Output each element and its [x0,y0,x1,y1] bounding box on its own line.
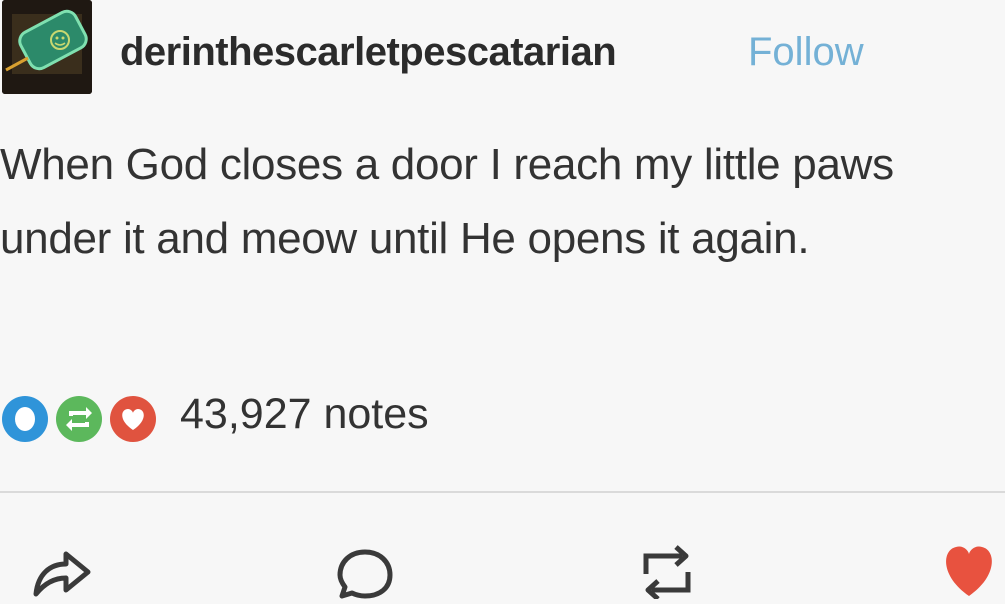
comment-icon [2,396,48,442]
reply-icon [337,549,393,599]
divider [0,491,1005,493]
avatar[interactable] [2,0,92,94]
reblog-icon [643,545,691,601]
post-header: derinthescarletpescatarian Follow [0,0,1005,104]
avatar-image [2,0,92,94]
tumblr-post: derinthescarletpescatarian Follow When G… [0,0,1005,601]
reblog-icon [56,396,102,442]
share-button[interactable] [28,532,98,599]
blog-username[interactable]: derinthescarletpescatarian [120,30,617,75]
heart-icon [110,396,156,442]
post-body-line: under it and meow until He opens it agai… [0,214,810,263]
post-body-line: When God closes a door I reach my little… [0,140,894,189]
notes-row[interactable]: 43,927 notes [0,388,600,448]
follow-button[interactable]: Follow [748,30,864,75]
like-icon [946,546,992,596]
notes-count[interactable]: 43,927 notes [180,390,429,439]
share-icon [33,551,91,597]
post-body: When God closes a door I reach my little… [0,128,1000,276]
like-button[interactable] [934,532,1004,599]
reblog-button[interactable] [632,532,702,601]
reply-button[interactable] [330,532,400,599]
